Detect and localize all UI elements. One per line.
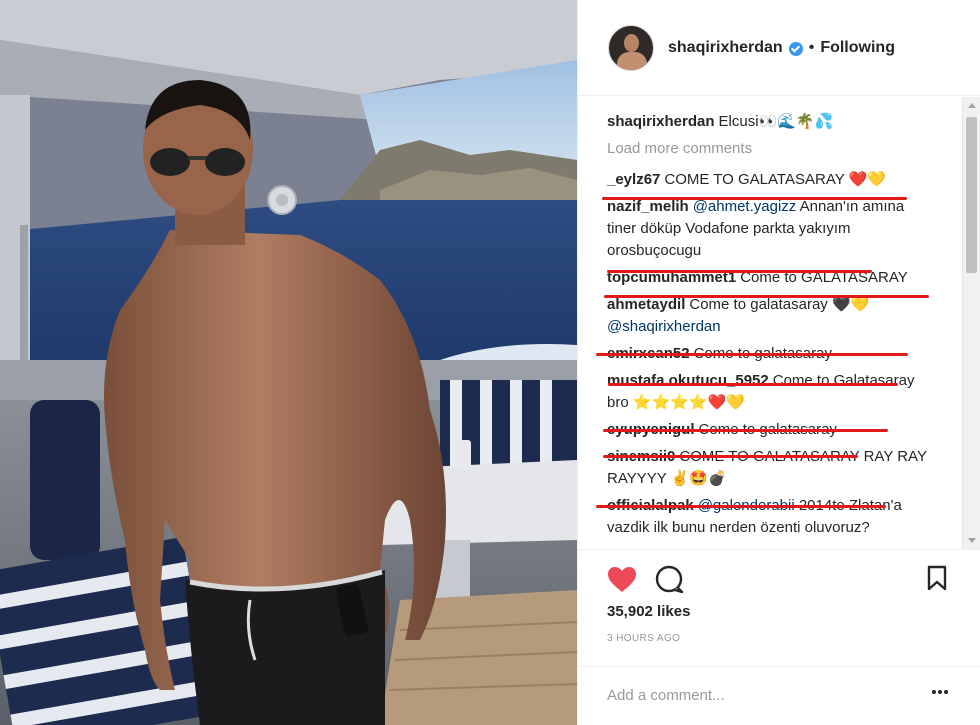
yacht-photo-illustration bbox=[0, 0, 577, 725]
comment-username[interactable]: mustafa.okutucu_5952 bbox=[607, 372, 769, 389]
comment-text: Elcusi👀🌊🌴💦 bbox=[718, 113, 834, 130]
comment-username[interactable]: nazif_melih bbox=[607, 198, 689, 215]
comments-scrollbar[interactable] bbox=[962, 97, 980, 549]
list-item: sinemsii0COME TO GALATASARAY RAY RAY RAY… bbox=[607, 446, 937, 490]
comment-icon[interactable] bbox=[655, 565, 685, 595]
bookmark-icon[interactable] bbox=[927, 565, 947, 591]
verified-badge-icon bbox=[788, 41, 803, 56]
list-item: _eylz67 COME TO GALATASARAY ❤️💛 bbox=[607, 169, 937, 191]
following-button[interactable]: Following bbox=[820, 39, 895, 57]
comment-text: COME TO GALATASARAY ❤️💛 bbox=[664, 171, 886, 188]
likes-count[interactable]: 35,902 likes bbox=[607, 603, 690, 620]
comment-username[interactable]: _eylz67 bbox=[607, 171, 660, 188]
scroll-up-icon[interactable] bbox=[968, 103, 976, 108]
comment-input[interactable] bbox=[607, 681, 907, 709]
highlight-underline bbox=[608, 383, 898, 386]
post-timestamp[interactable]: 3 HOURS AGO bbox=[607, 633, 680, 644]
highlight-underline bbox=[596, 505, 886, 508]
highlight-underline bbox=[602, 197, 907, 200]
more-options-icon[interactable] bbox=[931, 689, 949, 695]
scroll-down-icon[interactable] bbox=[968, 538, 976, 543]
highlight-underline bbox=[603, 455, 858, 458]
highlight-underline bbox=[603, 429, 888, 432]
comment-username[interactable]: ahmetaydil bbox=[607, 296, 685, 313]
comment-mention[interactable]: @shaqirixherdan bbox=[607, 318, 721, 335]
add-comment-bar bbox=[578, 666, 980, 725]
comments-list[interactable]: shaqirixherdan Elcusi👀🌊🌴💦 Load more comme… bbox=[578, 97, 963, 549]
list-item: officialalpak@galenderabii 2014te Zlatan… bbox=[607, 495, 937, 539]
heart-icon[interactable] bbox=[607, 566, 637, 593]
caption: shaqirixherdan Elcusi👀🌊🌴💦 bbox=[607, 111, 937, 133]
post-side-panel: shaqirixherdan • Following shaqirixherda… bbox=[577, 0, 980, 725]
scrollbar-thumb[interactable] bbox=[966, 117, 977, 273]
highlight-underline bbox=[604, 295, 929, 298]
comment-username[interactable]: shaqirixherdan bbox=[607, 113, 715, 130]
list-item: ahmetaydil Come to galatasaray 🖤💛 @shaqiri… bbox=[607, 294, 937, 338]
highlight-underline bbox=[607, 270, 872, 273]
comment-mention[interactable]: @ahmet.yagizz bbox=[693, 198, 797, 215]
post-header: shaqirixherdan • Following bbox=[578, 0, 980, 96]
load-more-comments-button[interactable]: Load more comments bbox=[607, 138, 963, 160]
separator-dot: • bbox=[808, 38, 815, 56]
post-photo[interactable] bbox=[0, 0, 577, 725]
post-actions: 35,902 likes 3 HOURS AGO bbox=[578, 549, 980, 725]
list-item: nazif_melih @ahmet.yagizz Annan'ın amına … bbox=[607, 196, 937, 262]
highlight-underline bbox=[596, 353, 908, 356]
list-item: mustafa.okutucu_5952 Come to Galatasaray … bbox=[607, 370, 937, 414]
avatar[interactable] bbox=[608, 24, 654, 71]
header-username[interactable]: shaqirixherdan bbox=[668, 39, 783, 57]
comment-text: Come to galatasaray 🖤💛 bbox=[689, 296, 870, 313]
